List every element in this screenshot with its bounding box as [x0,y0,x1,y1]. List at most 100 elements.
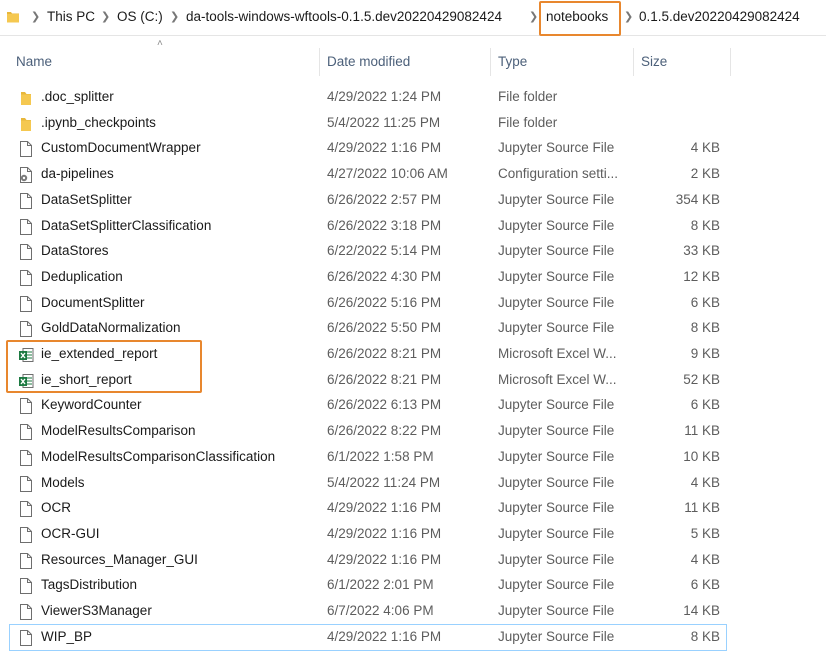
address-bar[interactable]: ❯ This PC ❯ OS (C:) ❯ da-tools-windows-w… [0,0,826,36]
file-name: DataSetSplitter [41,191,132,207]
file-name: OCR-GUI [41,525,100,541]
breadcrumb-da-tools[interactable]: da-tools-windows-wftools-0.1.5.dev202204… [186,9,502,24]
file-name: ModelResultsComparison [41,423,196,439]
folder-icon [18,89,34,107]
file-type: Microsoft Excel W... [498,371,617,387]
file-row[interactable]: KeywordCounter 6/26/2022 6:13 PM Jupyter S… [10,393,726,418]
chevron-right-icon[interactable]: ❯ [101,10,110,23]
file-row[interactable]: .ipynb_checkpoints 5/4/2022 11:25 PM File … [10,111,726,136]
file-type: Jupyter Source File [498,577,615,593]
file-row[interactable]: Resources_Manager_GUI 4/29/2022 1:16 PM Ju… [10,548,726,573]
file-date-modified: 6/26/2022 4:30 PM [327,268,442,284]
file-type: Jupyter Source File [498,191,615,207]
file-date-modified: 6/26/2022 8:22 PM [327,423,442,439]
column-divider[interactable] [730,48,731,76]
file-row[interactable]: DocumentSplitter 6/26/2022 5:16 PM Jupyter… [10,291,726,316]
file-row[interactable]: OCR-GUI 4/29/2022 1:16 PM Jupyter Source F… [10,522,726,547]
file-size: 354 KB [675,191,720,207]
breadcrumb-os-drive[interactable]: OS (C:) [117,9,163,24]
document-icon [18,320,34,338]
breadcrumb-version[interactable]: 0.1.5.dev20220429082424 [639,9,800,24]
column-type[interactable]: Type [498,54,527,69]
file-size: 8 KB [690,320,720,336]
file-type: Jupyter Source File [498,628,615,644]
file-type: Jupyter Source File [498,500,615,516]
file-row[interactable]: DataSetSplitterClassification 6/26/2022 3… [10,214,726,239]
column-divider[interactable] [633,48,634,76]
file-date-modified: 6/26/2022 8:21 PM [327,371,442,387]
chevron-right-icon[interactable]: ❯ [529,10,538,23]
chevron-right-icon[interactable]: ❯ [31,10,40,23]
file-date-modified: 4/29/2022 1:16 PM [327,140,442,156]
file-type: Jupyter Source File [498,320,615,336]
document-icon [18,269,34,287]
file-row[interactable]: TagsDistribution 6/1/2022 2:01 PM Jupyter … [10,573,726,598]
file-name: ie_extended_report [41,346,158,361]
file-row[interactable]: DataSetSplitter 6/26/2022 2:57 PM Jupyter … [10,188,726,213]
file-size: 11 KB [684,423,720,439]
document-icon [18,449,34,467]
file-size: 52 KB [683,371,720,387]
file-row[interactable]: Deduplication 6/26/2022 4:30 PM Jupyter So… [10,265,726,290]
file-date-modified: 4/29/2022 1:24 PM [327,89,442,104]
file-date-modified: 6/26/2022 3:18 PM [327,217,442,233]
column-date-modified[interactable]: Date modified [327,54,410,69]
document-icon [18,500,34,518]
chevron-right-icon[interactable]: ❯ [170,10,179,23]
column-name[interactable]: Name [16,54,52,69]
column-divider[interactable] [490,48,491,76]
file-date-modified: 4/29/2022 1:16 PM [327,500,442,516]
file-row[interactable]: OCR 4/29/2022 1:16 PM Jupyter Source File 1… [10,496,726,521]
file-size: 5 KB [690,525,720,541]
file-name: DataStores [41,243,109,259]
file-row[interactable]: da-pipelines 4/27/2022 10:06 AM Configurat… [10,162,726,187]
file-name: Resources_Manager_GUI [41,551,198,567]
chevron-right-icon[interactable]: ❯ [624,10,633,23]
file-row[interactable]: ie_short_report 6/26/2022 8:21 PM Microsof… [10,368,726,393]
file-name: TagsDistribution [41,577,138,593]
file-type: Jupyter Source File [498,448,615,464]
file-size: 6 KB [690,577,720,593]
file-row[interactable]: GoldDataNormalization 6/26/2022 5:50 PM Ju… [10,316,726,341]
file-size: 33 KB [683,243,720,259]
file-row[interactable]: ie_extended_report 6/26/2022 8:21 PM Micro… [10,342,726,367]
file-name: KeywordCounter [41,397,142,413]
file-size: 4 KB [690,474,720,490]
breadcrumb-this-pc[interactable]: This PC [47,9,95,24]
file-row[interactable]: ViewerS3Manager 6/7/2022 4:06 PM Jupyter S… [10,599,726,624]
file-type: File folder [498,114,558,130]
file-type: Configuration setti... [498,166,619,182]
file-name: Models [41,474,85,490]
column-size[interactable]: Size [641,54,667,69]
file-type: Jupyter Source File [498,268,615,284]
file-date-modified: 6/7/2022 4:06 PM [327,603,434,618]
file-name: .ipynb_checkpoints [41,114,156,130]
file-row[interactable]: Models 5/4/2022 11:24 PM Jupyter Source Fi… [10,471,726,496]
file-row[interactable]: DataStores 6/22/2022 5:14 PM Jupyter Sourc… [10,239,726,264]
file-row[interactable]: ModelResultsComparisonClassification 6/1/… [10,445,726,470]
file-name: da-pipelines [41,166,114,182]
file-row[interactable]: .doc_splitter 4/29/2022 1:24 PM File folde… [10,85,726,110]
file-name: GoldDataNormalization [41,320,181,336]
document-icon [18,243,34,261]
file-name: WIP_BP [41,628,93,644]
breadcrumb-notebooks[interactable]: notebooks [546,9,608,24]
excel-icon [18,346,34,364]
file-row[interactable]: WIP_BP 4/29/2022 1:16 PM Jupyter Source Fi… [9,623,727,651]
document-icon [18,577,34,595]
config-file-icon [18,166,34,184]
file-date-modified: 5/4/2022 11:25 PM [327,114,441,130]
file-size: 14 KB [683,603,720,618]
file-row[interactable]: CustomDocumentWrapper 4/29/2022 1:16 PM Ju… [10,136,726,161]
document-icon [18,629,34,647]
document-icon [18,552,34,570]
document-icon [18,423,34,441]
file-name: ModelResultsComparisonClassification [41,448,276,464]
file-type: Jupyter Source File [498,551,615,567]
file-date-modified: 6/1/2022 1:58 PM [327,448,434,464]
column-divider[interactable] [319,48,320,76]
file-date-modified: 6/26/2022 6:13 PM [327,397,442,413]
file-type: Jupyter Source File [498,243,615,259]
file-row[interactable]: ModelResultsComparison 6/26/2022 8:22 PM J… [10,419,726,444]
file-name: .doc_splitter [41,89,114,104]
